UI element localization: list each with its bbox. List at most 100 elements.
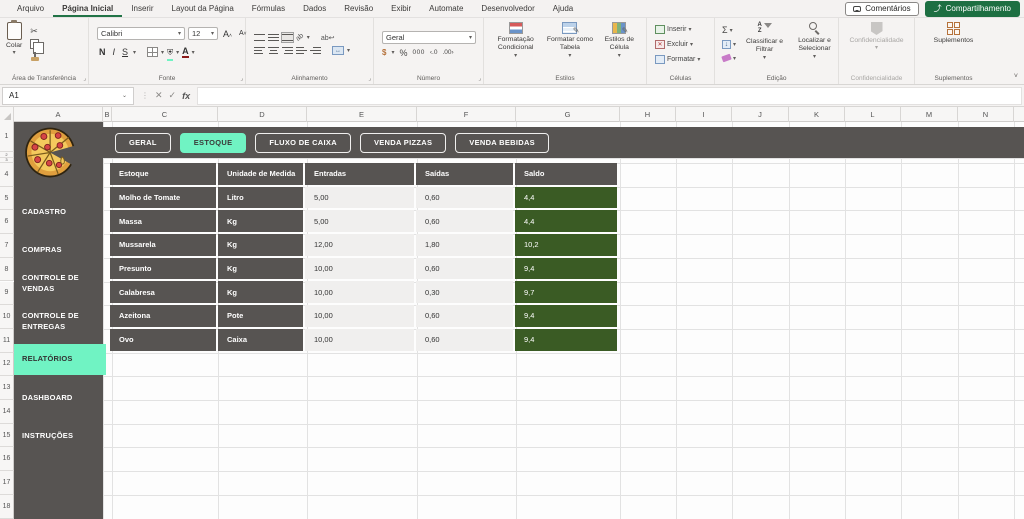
dialog-launcher-icon[interactable]: ⌟ xyxy=(83,75,86,82)
table-cell[interactable]: Mussarela xyxy=(110,234,216,256)
sheet-grid[interactable]: 123456789101112131415161718 GERAL ESTOQU… xyxy=(0,122,1024,519)
table-cell[interactable]: 4,4 xyxy=(515,187,617,209)
row-header-17[interactable]: 17 xyxy=(0,471,14,495)
column-header-G[interactable]: G xyxy=(516,107,620,122)
fill-color-button[interactable]: ⛨ xyxy=(167,43,173,61)
percent-icon[interactable]: % xyxy=(399,48,407,58)
orientation-icon[interactable]: ab xyxy=(295,32,305,42)
increase-font-button[interactable]: A˄ xyxy=(221,29,234,39)
table-cell[interactable]: 0,60 xyxy=(416,210,513,232)
font-color-button[interactable]: A xyxy=(182,47,189,58)
table-cell[interactable]: 5,00 xyxy=(305,210,414,232)
table-cell[interactable]: 0,60 xyxy=(416,329,513,351)
accounting-format-icon[interactable]: $ xyxy=(382,48,386,57)
table-header-saldo[interactable]: Saldo xyxy=(515,163,617,185)
sidebar-item-dashboard[interactable]: DASHBOARD xyxy=(14,393,103,404)
table-cell[interactable]: Azeitona xyxy=(110,305,216,327)
table-cell[interactable]: Kg xyxy=(218,210,303,232)
nav-button-estoque[interactable]: ESTOQUE xyxy=(180,133,247,153)
wrap-text-icon[interactable]: ab↩ xyxy=(321,34,335,42)
borders-icon[interactable] xyxy=(147,47,158,57)
nav-button-venda-pizzas[interactable]: VENDA PIZZAS xyxy=(360,133,446,153)
number-format-combo[interactable]: Geral▾ xyxy=(382,31,476,44)
row-header-12[interactable]: 12 xyxy=(0,353,14,377)
column-header-F[interactable]: F xyxy=(417,107,516,122)
sort-filter-button[interactable]: AZ Classificar e Filtrar▾ xyxy=(742,19,787,69)
comments-button[interactable]: Comentários xyxy=(845,2,918,16)
find-select-button[interactable]: Localizar e Selecionar▾ xyxy=(791,19,838,69)
column-header-C[interactable]: C xyxy=(112,107,218,122)
tab-pagina-inicial[interactable]: Página Inicial xyxy=(53,0,122,17)
table-cell[interactable]: 4,4 xyxy=(515,210,617,232)
align-right-button[interactable] xyxy=(282,46,293,55)
table-cell[interactable]: 10,00 xyxy=(305,329,414,351)
tab-formulas[interactable]: Fórmulas xyxy=(243,0,294,17)
row-header-15[interactable]: 15 xyxy=(0,424,14,448)
column-header-B[interactable]: B xyxy=(103,107,112,122)
table-cell[interactable]: Kg xyxy=(218,281,303,303)
insert-cells-button[interactable]: Inserir▾ xyxy=(653,24,702,35)
table-cell[interactable]: 5,00 xyxy=(305,187,414,209)
table-cell[interactable]: 0,60 xyxy=(416,305,513,327)
column-header-E[interactable]: E xyxy=(307,107,417,122)
align-bottom-button[interactable] xyxy=(282,33,293,42)
row-header-14[interactable]: 14 xyxy=(0,400,14,424)
cut-button[interactable]: ✂ xyxy=(28,26,46,37)
sidebar-item-compras[interactable]: COMPRAS xyxy=(14,245,103,256)
delete-cells-button[interactable]: ✕Excluir▾ xyxy=(653,39,702,50)
sidebar-item-instrucoes[interactable]: INSTRUÇÕES xyxy=(14,431,103,442)
column-header-J[interactable]: J xyxy=(732,107,789,122)
addins-button[interactable]: Suplementos xyxy=(922,19,986,69)
row-header-16[interactable]: 16 xyxy=(0,447,14,471)
column-header-A[interactable]: A xyxy=(14,107,103,122)
row-header-11[interactable]: 11 xyxy=(0,329,14,353)
paste-button[interactable]: Colar ▾ xyxy=(6,19,22,69)
row-header-4[interactable]: 4 xyxy=(0,163,14,187)
row-header-5[interactable]: 5 xyxy=(0,187,14,211)
sidebar-item-cadastro[interactable]: CADASTRO xyxy=(14,207,103,218)
table-cell[interactable]: Kg xyxy=(218,234,303,256)
table-cell[interactable]: 0,30 xyxy=(416,281,513,303)
table-cell[interactable]: Molho de Tomate xyxy=(110,187,216,209)
table-cell[interactable]: Ovo xyxy=(110,329,216,351)
dialog-launcher-icon[interactable]: ⌟ xyxy=(478,75,481,82)
nav-button-venda-bebidas[interactable]: VENDA BEBIDAS xyxy=(455,133,549,153)
decrease-decimal-icon[interactable]: .00› xyxy=(442,49,453,56)
table-cell[interactable]: 9,4 xyxy=(515,258,617,280)
tab-revisao[interactable]: Revisão xyxy=(335,0,382,17)
table-cell[interactable]: 10,2 xyxy=(515,234,617,256)
select-all-corner[interactable] xyxy=(0,107,14,122)
clear-button[interactable]: ▾ xyxy=(720,53,738,64)
table-cell[interactable]: Litro xyxy=(218,187,303,209)
insert-function-icon[interactable]: fx xyxy=(182,91,190,101)
column-header-I[interactable]: I xyxy=(676,107,732,122)
table-cell[interactable]: Massa xyxy=(110,210,216,232)
column-header-H[interactable]: H xyxy=(620,107,676,122)
decrease-indent-button[interactable] xyxy=(296,46,307,55)
column-header-N[interactable]: N xyxy=(958,107,1014,122)
align-top-button[interactable] xyxy=(254,33,265,42)
row-header-6[interactable]: 6 xyxy=(0,210,14,234)
tab-exibir[interactable]: Exibir xyxy=(382,0,420,17)
italic-button[interactable]: I xyxy=(111,47,118,57)
dialog-launcher-icon[interactable]: ⌟ xyxy=(368,75,371,82)
autosum-button[interactable]: Σ▾ xyxy=(720,25,738,36)
row-header-9[interactable]: 9 xyxy=(0,282,14,306)
table-cell[interactable]: 0,60 xyxy=(416,187,513,209)
nav-button-fluxo-de-caixa[interactable]: FLUXO DE CAIXA xyxy=(255,133,351,153)
sidebar-item-controle-de-entregas[interactable]: CONTROLE DE ENTREGAS xyxy=(14,311,103,332)
tab-inserir[interactable]: Inserir xyxy=(122,0,162,17)
tab-layout-da-pagina[interactable]: Layout da Página xyxy=(163,0,243,17)
row-header-1[interactable]: 1 xyxy=(0,122,14,152)
table-cell[interactable]: Pote xyxy=(218,305,303,327)
table-cell[interactable]: 1,80 xyxy=(416,234,513,256)
row-header-18[interactable]: 18 xyxy=(0,495,14,519)
sidebar-item-relatorios[interactable]: RELATÓRIOS xyxy=(14,344,106,375)
align-center-button[interactable] xyxy=(268,46,279,55)
column-header-K[interactable]: K xyxy=(789,107,845,122)
fill-button[interactable]: ↓▾ xyxy=(720,39,738,50)
format-cells-button[interactable]: Formatar▾ xyxy=(653,54,702,65)
table-header-entradas[interactable]: Entradas xyxy=(305,163,414,185)
tab-automate[interactable]: Automate xyxy=(420,0,472,17)
collapse-ribbon-icon[interactable]: ˅ xyxy=(1014,73,1018,80)
